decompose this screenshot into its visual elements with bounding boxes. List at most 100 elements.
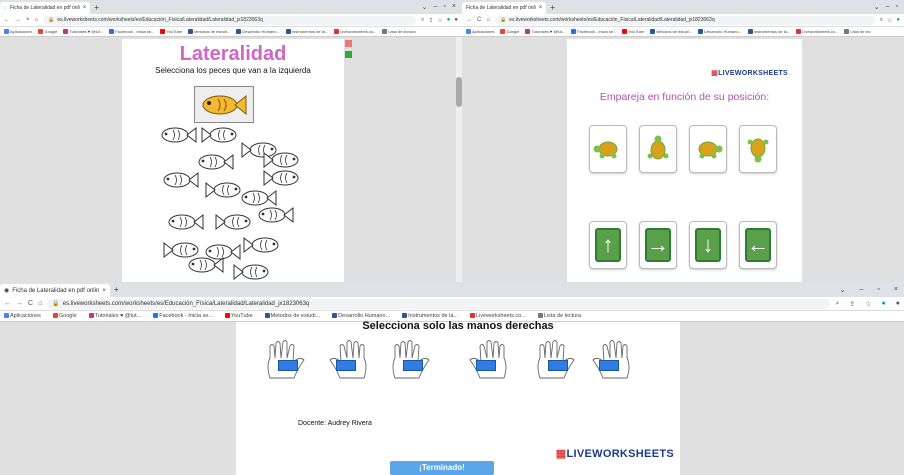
url-field[interactable]: 🔒 es.liveworksheets.com/worksheets/es/Edu…: [494, 15, 875, 25]
turtle-card[interactable]: [639, 125, 677, 173]
new-tab-button[interactable]: +: [550, 3, 555, 12]
bookmark-item[interactable]: Instrumentos de la...: [747, 29, 790, 35]
bookmark-item[interactable]: Google: [500, 29, 519, 35]
fish-outline-icon[interactable]: [257, 206, 295, 224]
stop-icon[interactable]: ×: [26, 17, 30, 23]
bookmark-item[interactable]: Tutoriales ♥ @tut...: [525, 29, 565, 35]
close-tab-icon[interactable]: ×: [539, 5, 543, 11]
new-tab-button[interactable]: +: [94, 3, 99, 12]
bookmark-item[interactable]: Desarrollo Humano...: [236, 29, 280, 35]
fish-outline-icon[interactable]: [262, 151, 300, 169]
chevron-down-icon[interactable]: ⌄: [422, 3, 428, 11]
fish-outline-icon[interactable]: [200, 126, 238, 144]
search-icon[interactable]: ⌕: [421, 17, 424, 24]
fish-outline-icon[interactable]: [240, 189, 278, 207]
arrow-card[interactable]: ↑: [589, 221, 627, 269]
answer-box[interactable]: [548, 360, 568, 371]
new-tab-button[interactable]: +: [114, 285, 119, 294]
forward-icon[interactable]: →: [15, 17, 21, 23]
extension-icon[interactable]: ●: [447, 17, 451, 24]
bookmark-item[interactable]: Metodos de estudi...: [264, 313, 320, 319]
close-tab-icon[interactable]: ×: [83, 5, 87, 11]
bookmark-item[interactable]: Lista de lec: [844, 29, 871, 35]
fish-outline-icon[interactable]: [232, 263, 270, 281]
reload-icon[interactable]: C: [28, 300, 33, 307]
green-side-icon[interactable]: [345, 51, 352, 58]
reload-icon[interactable]: C: [477, 17, 481, 23]
arrow-card[interactable]: ←: [739, 221, 777, 269]
bookmark-item[interactable]: YouTube: [622, 29, 644, 35]
back-icon[interactable]: ←: [4, 17, 10, 23]
share-icon[interactable]: ⇪: [428, 17, 433, 24]
profile-icon[interactable]: ●: [896, 300, 900, 308]
forward-icon[interactable]: →: [16, 300, 23, 307]
bookmark-item[interactable]: Tutoriales ♥ @tut...: [63, 29, 103, 35]
extension-icon[interactable]: ●: [882, 300, 886, 308]
bookmark-item[interactable]: YouTube: [225, 313, 253, 319]
bookmark-item[interactable]: Facebook - Inicia se...: [571, 29, 616, 35]
fish-outline-icon[interactable]: [242, 236, 280, 254]
share-icon[interactable]: ⇪: [849, 300, 855, 308]
bookmark-item[interactable]: Instrumentos de la...: [285, 29, 328, 35]
answer-box[interactable]: [599, 360, 619, 371]
search-icon[interactable]: ⌕: [880, 17, 883, 24]
bookmark-item[interactable]: Lista de lectura: [537, 313, 581, 319]
fish-outline-icon[interactable]: [167, 213, 205, 231]
orange-side-icon[interactable]: [345, 40, 352, 47]
answer-box[interactable]: [476, 360, 496, 371]
browser-tab[interactable]: ◌ Ficha de Lateralidad en pdf onli ×: [0, 2, 91, 14]
answer-box[interactable]: [403, 360, 423, 371]
chevron-down-icon[interactable]: ⌄: [840, 286, 846, 294]
browser-tab[interactable]: Ficha de Lateralidad en pdf onli ×: [462, 2, 547, 14]
maximize-icon[interactable]: ▫: [443, 3, 445, 11]
chevron-down-icon[interactable]: ⌄: [874, 3, 880, 11]
fish-outline-icon[interactable]: [204, 181, 242, 199]
bookmark-item[interactable]: YouTube: [160, 29, 182, 35]
home-icon[interactable]: ⌂: [35, 17, 39, 23]
bookmark-item[interactable]: Google: [52, 313, 77, 319]
close-window-icon[interactable]: ×: [894, 286, 898, 294]
turtle-card[interactable]: [689, 125, 727, 173]
bookmark-item[interactable]: Desarrollo Humano...: [332, 313, 390, 319]
close-window-icon[interactable]: ×: [452, 3, 456, 11]
star-icon[interactable]: ☆: [865, 300, 871, 308]
back-icon[interactable]: ←: [4, 300, 11, 307]
fish-outline-icon[interactable]: [262, 169, 300, 187]
fish-outline-icon[interactable]: [162, 171, 200, 189]
arrow-card[interactable]: ↓: [689, 221, 727, 269]
profile-icon[interactable]: ●: [454, 17, 458, 24]
turtle-card[interactable]: [739, 125, 777, 173]
bookmark-item[interactable]: Aplicaciones: [466, 29, 494, 35]
answer-box[interactable]: [336, 360, 356, 371]
star-icon[interactable]: ☆: [437, 17, 442, 24]
home-icon[interactable]: ⌂: [486, 17, 490, 23]
bookmark-item[interactable]: Desarrollo Humano...: [698, 29, 742, 35]
extension-icon[interactable]: ●: [896, 17, 900, 24]
arrow-card[interactable]: →: [639, 221, 677, 269]
bookmark-item[interactable]: Aplicaciones: [4, 29, 32, 35]
bookmark-item[interactable]: Metodos de estudi...: [188, 29, 230, 35]
fish-outline-icon[interactable]: [197, 153, 235, 171]
bookmark-item[interactable]: Facebook - Inicia se...: [153, 313, 213, 319]
bookmark-item[interactable]: Liveworksheets.co...: [796, 29, 838, 35]
bookmark-item[interactable]: Lista de lectura: [382, 29, 416, 35]
browser-tab[interactable]: ◉ Ficha de Lateralidad en pdf onlin ×: [0, 284, 110, 297]
bookmark-item[interactable]: Facebook - Inicia se...: [109, 29, 154, 35]
fish-outline-icon[interactable]: [214, 213, 252, 231]
finish-button[interactable]: ¡Terminado!: [390, 461, 494, 475]
bookmark-item[interactable]: Liveworksheets.co...: [334, 29, 376, 35]
answer-box[interactable]: [278, 360, 298, 371]
url-field[interactable]: 🔒 es.liveworksheets.com/worksheets/es/Edu…: [43, 15, 416, 25]
fish-outline-icon[interactable]: [187, 256, 225, 274]
search-icon[interactable]: ⌕: [835, 300, 839, 308]
star-icon[interactable]: ☆: [887, 17, 892, 24]
bookmark-item[interactable]: Google: [38, 29, 57, 35]
bookmark-item[interactable]: Liveworksheets.co...: [469, 313, 526, 319]
maximize-icon[interactable]: ▫: [877, 286, 879, 294]
home-icon[interactable]: ⌂: [38, 300, 42, 307]
bookmark-item[interactable]: Instrumentos de la...: [402, 313, 458, 319]
url-field[interactable]: 🔒 es.liveworksheets.com/worksheets/es/Edu…: [47, 298, 831, 309]
fish-outline-icon[interactable]: [160, 126, 198, 144]
minimize-icon[interactable]: –: [886, 3, 890, 11]
bookmark-item[interactable]: Aplicaciones: [4, 313, 41, 319]
